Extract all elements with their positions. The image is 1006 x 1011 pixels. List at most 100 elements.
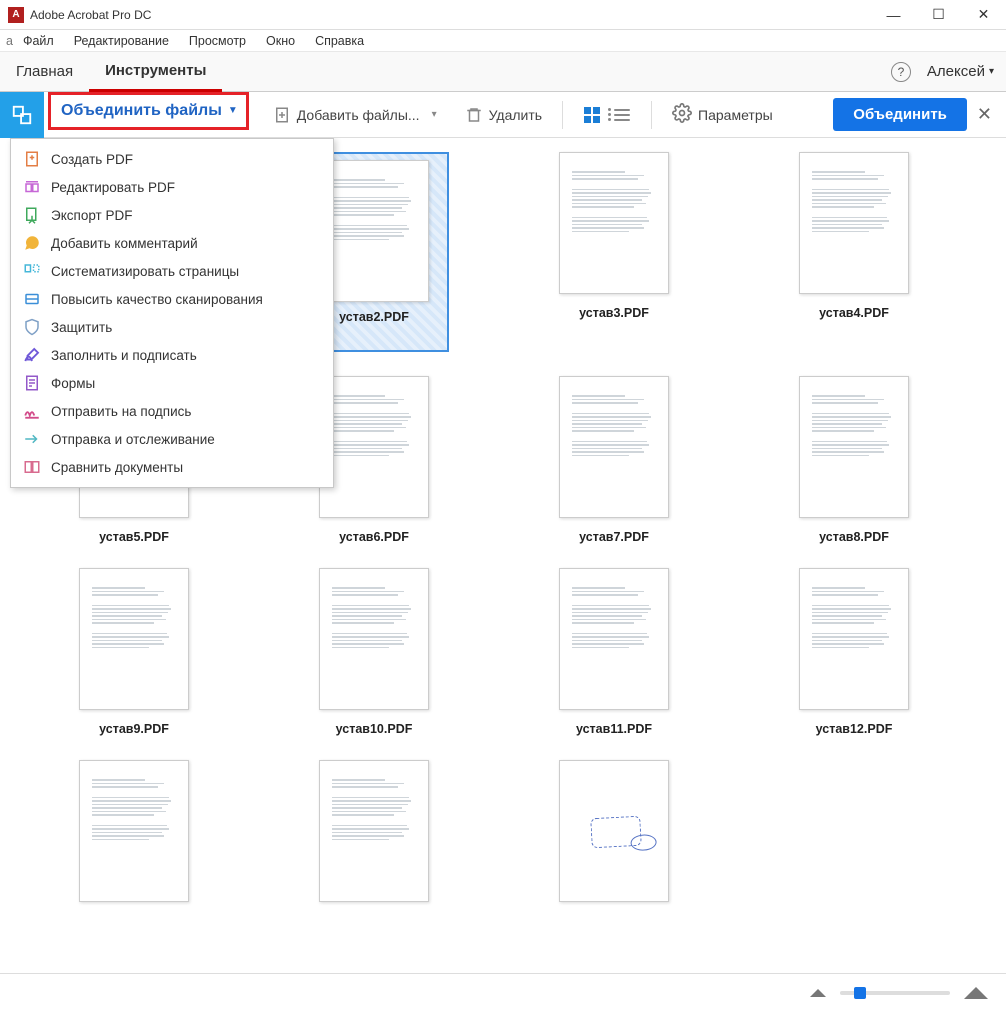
delete-button[interactable]: Удалить — [459, 106, 548, 124]
add-files-button[interactable]: Добавить файлы... ▾ — [267, 106, 443, 124]
file-thumbnail[interactable]: устав10.PDF — [274, 568, 474, 736]
menu-file[interactable]: Файл — [13, 34, 64, 48]
separator — [651, 101, 652, 129]
page-preview — [559, 152, 669, 294]
menu-window[interactable]: Окно — [256, 34, 305, 48]
footer — [0, 973, 1006, 1011]
menu-help[interactable]: Справка — [305, 34, 374, 48]
dropdown-item-label: Заполнить и подписать — [51, 348, 197, 363]
export-icon — [23, 206, 41, 224]
app-title: Adobe Acrobat Pro DC — [30, 8, 151, 22]
list-view-button[interactable] — [609, 103, 635, 127]
file-name: устав3.PDF — [579, 306, 649, 320]
file-thumbnail[interactable] — [274, 760, 474, 902]
create-icon — [23, 150, 41, 168]
tab-tools[interactable]: Инструменты — [89, 52, 222, 92]
menu-view[interactable]: Просмотр — [179, 34, 256, 48]
zoom-slider[interactable] — [840, 991, 950, 995]
dropdown-item-organize[interactable]: Систематизировать страницы — [11, 257, 333, 285]
chevron-down-icon: ▾ — [989, 66, 994, 77]
dropdown-item-label: Отправить на подпись — [51, 404, 191, 419]
dropdown-item-create[interactable]: Создать PDF — [11, 145, 333, 173]
dropdown-item-label: Защитить — [51, 320, 112, 335]
dropdown-item-label: Формы — [51, 376, 95, 391]
dropdown-item-fillsign[interactable]: Заполнить и подписать — [11, 341, 333, 369]
menubar: а Файл Редактирование Просмотр Окно Спра… — [0, 30, 1006, 52]
page-preview — [79, 760, 189, 902]
dropdown-item-label: Создать PDF — [51, 152, 133, 167]
page-preview — [319, 376, 429, 518]
dropdown-item-export[interactable]: Экспорт PDF — [11, 201, 333, 229]
parameters-button[interactable]: Параметры — [666, 103, 779, 126]
page-preview — [559, 568, 669, 710]
combine-tool-icon[interactable] — [0, 92, 44, 138]
page-preview — [319, 160, 429, 302]
protect-icon — [23, 318, 41, 336]
menubar-prefix: а — [6, 34, 13, 48]
file-name: устав8.PDF — [819, 530, 889, 544]
dropdown-item-send-sign[interactable]: Отправить на подпись — [11, 397, 333, 425]
titlebar: A Adobe Acrobat Pro DC — ☐ ✕ — [0, 0, 1006, 30]
file-thumbnail[interactable]: устав12.PDF — [754, 568, 954, 736]
file-name: устав10.PDF — [336, 722, 413, 736]
organize-icon — [23, 262, 41, 280]
tab-home[interactable]: Главная — [0, 52, 89, 92]
close-window-button[interactable]: ✕ — [961, 0, 1006, 30]
user-name: Алексей — [927, 63, 985, 80]
menu-edit[interactable]: Редактирование — [64, 34, 179, 48]
dropdown-item-label: Сравнить документы — [51, 460, 183, 475]
page-preview — [559, 376, 669, 518]
dropdown-item-scan[interactable]: Повысить качество сканирования — [11, 285, 333, 313]
zoom-out-icon[interactable] — [810, 989, 826, 997]
dropdown-item-label: Редактировать PDF — [51, 180, 175, 195]
file-thumbnail[interactable]: устав7.PDF — [514, 376, 714, 544]
dropdown-item-label: Экспорт PDF — [51, 208, 132, 223]
page-preview — [799, 152, 909, 294]
dropdown-item-label: Добавить комментарий — [51, 236, 198, 251]
dropdown-item-forms[interactable]: Формы — [11, 369, 333, 397]
file-thumbnail[interactable]: устав8.PDF — [754, 376, 954, 544]
maximize-button[interactable]: ☐ — [916, 0, 961, 30]
delete-label: Удалить — [489, 107, 542, 123]
combine-files-label: Объединить файлы — [61, 102, 222, 120]
dropdown-item-label: Отправка и отслеживание — [51, 432, 215, 447]
scan-icon — [23, 290, 41, 308]
tools-dropdown-menu: Создать PDF Редактировать PDF Экспорт PDF Д… — [10, 138, 334, 488]
content-area: Создать PDF Редактировать PDF Экспорт PDF Д… — [0, 138, 1006, 973]
file-thumbnail[interactable]: устав9.PDF — [34, 568, 234, 736]
combine-button[interactable]: Объединить — [833, 98, 967, 131]
page-preview — [79, 568, 189, 710]
dropdown-item-protect[interactable]: Защитить — [11, 313, 333, 341]
file-thumbnail[interactable] — [34, 760, 234, 902]
file-name: устав11.PDF — [576, 722, 652, 736]
file-name: устав2.PDF — [339, 310, 409, 324]
file-name: устав9.PDF — [99, 722, 169, 736]
dropdown-item-compare[interactable]: Сравнить документы — [11, 453, 333, 481]
file-thumbnail[interactable]: устав11.PDF — [514, 568, 714, 736]
file-name: устав12.PDF — [816, 722, 893, 736]
dropdown-item-label: Повысить качество сканирования — [51, 292, 263, 307]
grid-view-button[interactable] — [579, 103, 605, 127]
dropdown-item-track[interactable]: Отправка и отслеживание — [11, 425, 333, 453]
edit-icon — [23, 178, 41, 196]
chevron-down-icon: ▼ — [228, 105, 238, 116]
fillsign-icon — [23, 346, 41, 364]
send-sign-icon — [23, 402, 41, 420]
help-icon[interactable]: ? — [891, 62, 911, 82]
zoom-in-icon[interactable] — [964, 987, 988, 999]
close-tool-button[interactable]: ✕ — [977, 104, 992, 125]
file-name: устав6.PDF — [339, 530, 409, 544]
file-thumbnail[interactable]: устав3.PDF — [514, 152, 714, 352]
combine-files-dropdown[interactable]: Объединить файлы ▼ — [48, 92, 249, 130]
file-thumbnail[interactable]: устав4.PDF — [754, 152, 954, 352]
user-menu[interactable]: Алексей ▾ — [927, 63, 994, 80]
dropdown-item-comment[interactable]: Добавить комментарий — [11, 229, 333, 257]
dropdown-item-edit[interactable]: Редактировать PDF — [11, 173, 333, 201]
file-thumbnail[interactable] — [514, 760, 714, 902]
track-icon — [23, 430, 41, 448]
parameters-label: Параметры — [698, 107, 773, 123]
page-preview — [319, 760, 429, 902]
slider-knob[interactable] — [854, 987, 866, 999]
forms-icon — [23, 374, 41, 392]
minimize-button[interactable]: — — [871, 0, 916, 30]
